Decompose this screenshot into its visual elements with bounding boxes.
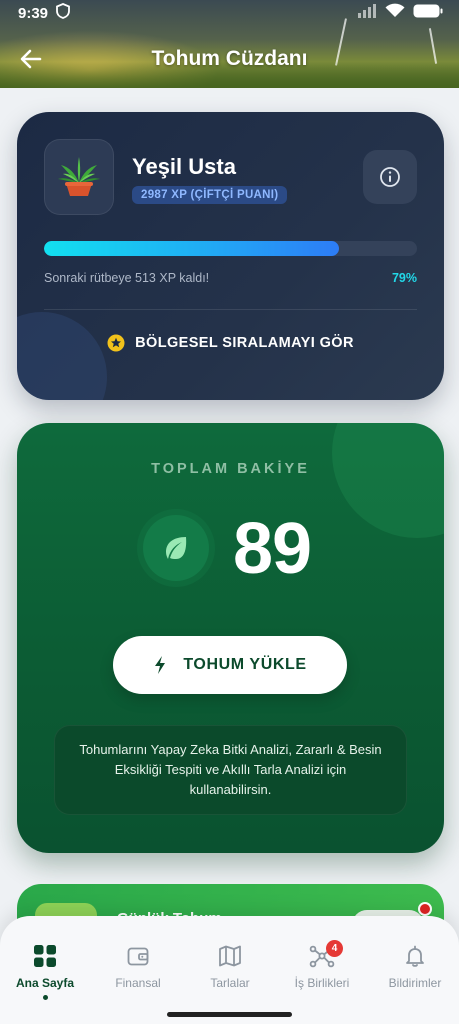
info-button[interactable]: [363, 150, 417, 204]
nav-item-partnerships[interactable]: 4 İş Birlikleri: [276, 940, 368, 990]
signal-icon: [357, 3, 377, 23]
info-icon: [380, 167, 400, 187]
active-indicator: [42, 995, 48, 1000]
regional-ranking-label: BÖLGESEL SIRALAMAYI GÖR: [135, 335, 354, 351]
nav-label-home: Ana Sayfa: [15, 976, 75, 990]
seed-usage-info: Tohumlarını Yapay Zeka Bitki Analizi, Za…: [54, 725, 407, 815]
wallet-icon: [127, 947, 149, 966]
battery-icon: [413, 4, 443, 23]
notification-dot: [418, 902, 432, 916]
balance-card: TOPLAM BAKİYE 89 TOHUM YÜKLE Tohumlarını…: [17, 423, 444, 853]
potted-plant-icon: [58, 157, 100, 196]
grid-icon: [34, 945, 56, 967]
card-decoration: [17, 312, 107, 400]
load-seed-label: TOHUM YÜKLE: [183, 656, 307, 673]
leaf-badge: [143, 515, 209, 581]
notification-badge: 4: [326, 940, 343, 957]
bell-icon: [406, 945, 424, 967]
xp-progress-fill: [44, 241, 339, 256]
avatar: [44, 139, 114, 215]
shield-icon: [56, 3, 70, 23]
card-decoration: [332, 423, 444, 538]
home-indicator: [167, 1012, 292, 1017]
divider: [44, 309, 417, 310]
nav-label-notifications: Bildirimler: [388, 976, 442, 990]
nav-item-notifications[interactable]: Bildirimler: [369, 944, 459, 990]
nav-item-home[interactable]: Ana Sayfa: [0, 944, 91, 1000]
arrow-left-icon: [20, 49, 42, 69]
balance-label: TOPLAM BAKİYE: [151, 461, 310, 477]
user-name: Yeşil Usta: [132, 154, 236, 179]
profile-card: Yeşil Usta 2987 XP (ÇİFTÇİ PUANI) Sonrak…: [17, 112, 444, 400]
star-badge-icon: [107, 334, 125, 352]
bottom-navigation: Ana Sayfa Finansal Tarlalar 4 İş Birlikl…: [0, 916, 459, 1024]
xp-badge: 2987 XP (ÇİFTÇİ PUANI): [132, 186, 288, 204]
nav-label-financial: Finansal: [115, 976, 161, 990]
status-bar: 9:39: [0, 0, 459, 26]
nav-label-partnerships: İş Birlikleri: [294, 976, 350, 990]
progress-percent: 79%: [391, 271, 417, 285]
nav-item-fields[interactable]: Tarlalar: [184, 944, 276, 990]
back-button[interactable]: [18, 46, 44, 72]
progress-text: Sonraki rütbeye 513 XP kaldı!: [44, 271, 210, 285]
leaf-icon: [166, 537, 187, 559]
header-banner: 9:39 Tohum Cüzdanı: [0, 0, 459, 88]
load-seed-button[interactable]: TOHUM YÜKLE: [113, 636, 347, 694]
balance-value: 89: [233, 509, 312, 589]
wifi-icon: [385, 3, 405, 23]
nav-item-financial[interactable]: Finansal: [92, 944, 184, 990]
status-time: 9:39: [18, 4, 49, 22]
xp-progress-bar: [44, 241, 417, 256]
lightning-icon: [155, 656, 166, 674]
map-icon: [219, 945, 241, 967]
nav-label-fields: Tarlalar: [210, 976, 250, 990]
regional-ranking-link[interactable]: BÖLGESEL SIRALAMAYI GÖR: [17, 334, 444, 352]
seed-usage-text: Tohumlarını Yapay Zeka Bitki Analizi, Za…: [79, 742, 382, 797]
page-title: Tohum Cüzdanı: [151, 47, 308, 70]
